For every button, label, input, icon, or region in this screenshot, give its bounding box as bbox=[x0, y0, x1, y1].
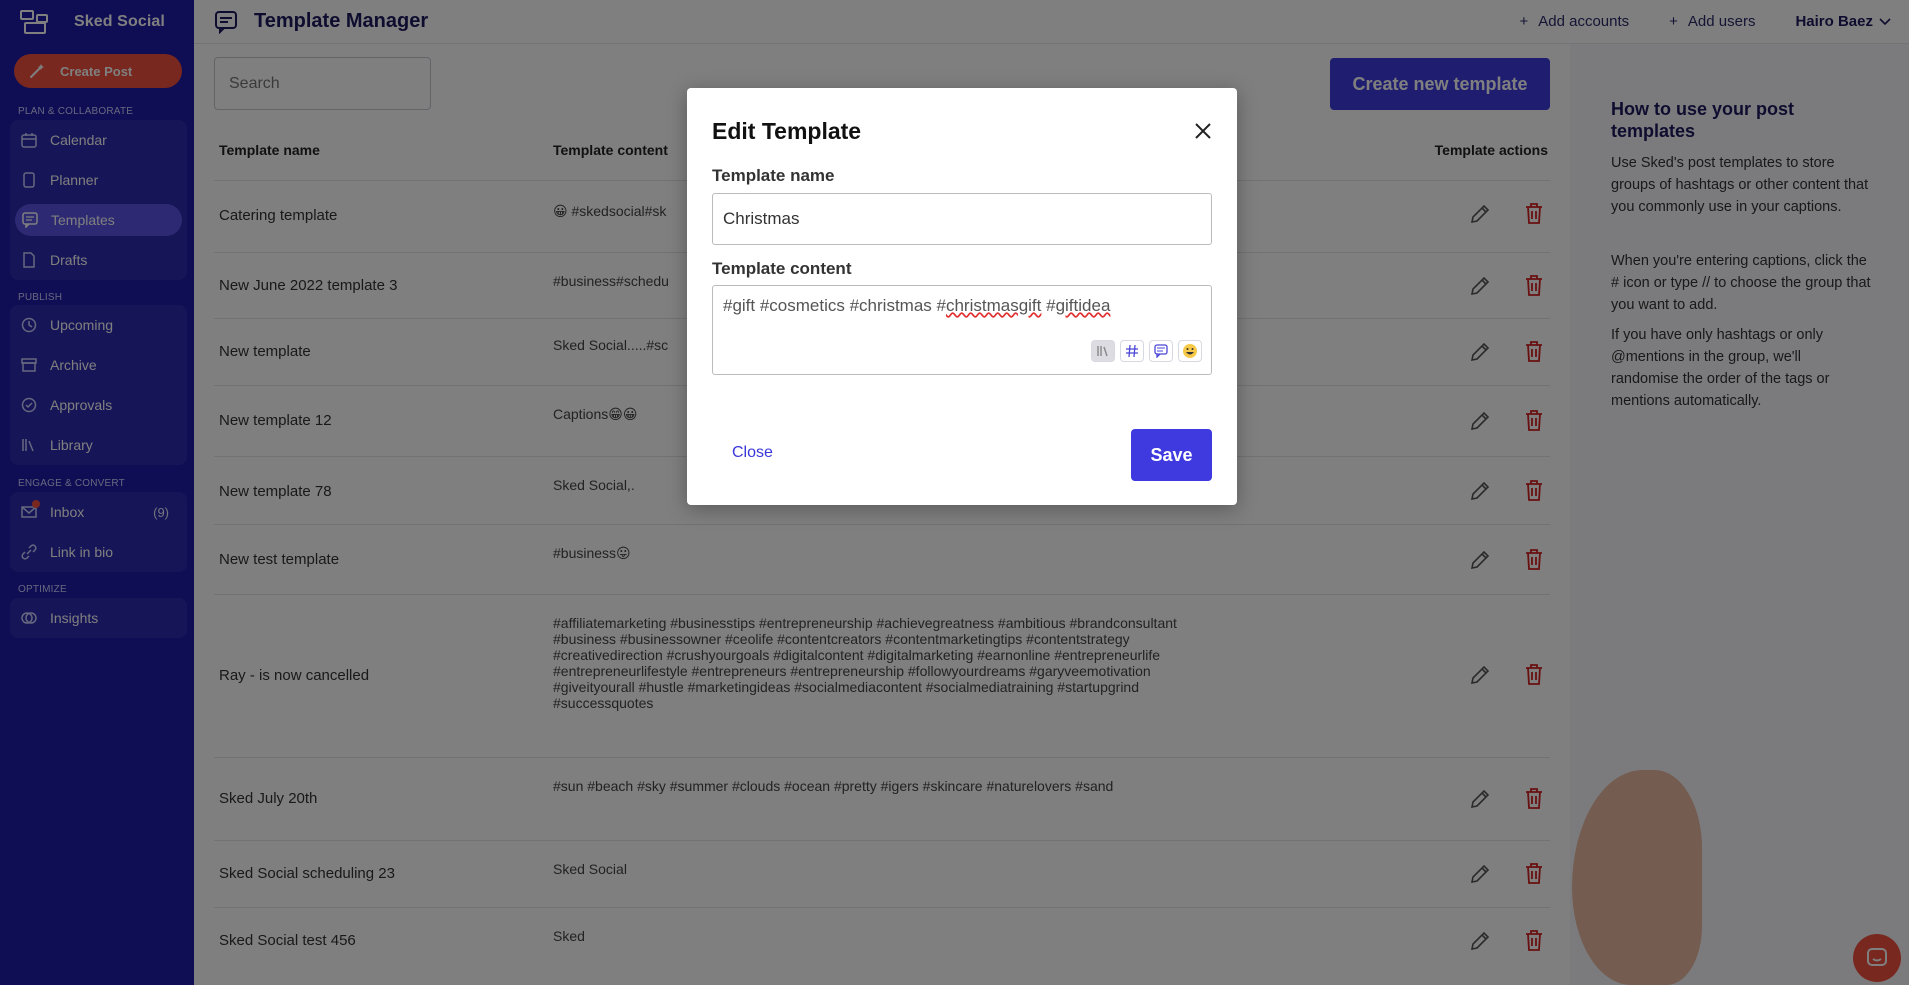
template-content-text: #gift #cosmetics #christmas #christmasgi… bbox=[723, 296, 1111, 315]
library-icon[interactable] bbox=[1091, 340, 1115, 362]
edit-template-dialog: Edit Template Template name Template con… bbox=[687, 88, 1237, 505]
template-icon[interactable] bbox=[1149, 340, 1173, 362]
content-toolbar bbox=[1091, 340, 1202, 362]
close-icon[interactable] bbox=[1190, 118, 1216, 144]
dialog-title: Edit Template bbox=[712, 118, 862, 144]
hashtag-icon[interactable] bbox=[1120, 340, 1144, 362]
template-content-label: Template content bbox=[712, 259, 852, 278]
close-button[interactable]: Close bbox=[732, 444, 773, 462]
template-name-input[interactable] bbox=[712, 193, 1212, 245]
template-content-textarea[interactable]: #gift #cosmetics #christmas #christmasgi… bbox=[712, 285, 1212, 375]
template-name-label: Template name bbox=[712, 166, 835, 185]
save-button[interactable]: Save bbox=[1131, 429, 1212, 481]
emoji-icon[interactable] bbox=[1178, 340, 1202, 362]
